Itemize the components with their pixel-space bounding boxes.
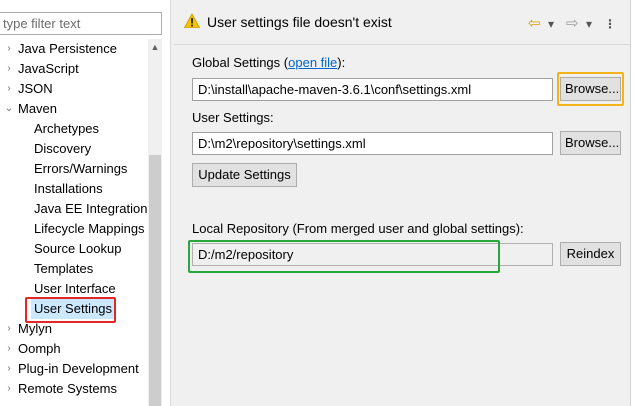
tree-item-label: Discovery [34,141,92,156]
tree-scrollbar[interactable]: ▲ [148,39,162,406]
tree-item-label: Source Lookup [34,241,122,256]
forward-arrow-icon[interactable]: ⇨ [566,16,579,32]
user-browse-button[interactable]: Browse... [560,131,621,155]
scrollbar-thumb[interactable] [149,155,161,406]
reindex-button[interactable]: Reindex [560,242,621,266]
header-message: User settings file doesn't exist [207,14,392,30]
tree-item-label: Maven [18,101,58,116]
tree-item-label: Installations [34,181,103,196]
tree-item-label: Java EE Integration [34,201,148,216]
update-settings-button[interactable]: Update Settings [192,163,297,187]
preferences-tree-panel: ›Java Persistence›JavaScript›JSON⌄MavenA… [0,0,174,406]
global-settings-label: Global Settings (open file): [192,55,345,70]
collapsed-arrow-icon[interactable]: › [3,379,15,399]
collapsed-arrow-icon[interactable]: › [3,339,15,359]
collapsed-arrow-icon[interactable]: › [3,39,15,59]
forward-menu-icon[interactable]: ▾ [586,16,592,32]
tree-item-label: JSON [18,81,53,96]
collapsed-arrow-icon[interactable]: › [3,359,15,379]
tree-item-label: Mylyn [18,321,52,336]
tree-item-label: Java Persistence [18,41,117,56]
tree-item-label: Templates [34,261,94,276]
local-repository-label: Local Repository (From merged user and g… [192,221,524,236]
collapsed-arrow-icon[interactable]: › [3,79,15,99]
expanded-arrow-icon[interactable]: ⌄ [3,99,15,119]
back-menu-icon[interactable]: ▾ [548,16,554,32]
adjacent-window-edge [630,0,635,406]
tree-item-label: Errors/Warnings [34,161,128,176]
header-divider [174,44,635,45]
tree-item-label: Remote Systems [18,381,117,396]
collapsed-arrow-icon[interactable]: › [3,59,15,79]
user-settings-label: User Settings: [192,110,274,125]
tree-item-label: Archetypes [34,121,100,136]
global-settings-label-text: Global Settings [192,55,281,70]
open-file-paren-close: ): [337,55,346,70]
local-repository-field[interactable] [192,243,553,266]
tree-item-label: JavaScript [18,61,79,76]
user-settings-field[interactable] [192,132,553,155]
open-file-paren-open: ( [280,55,289,70]
filter-input[interactable] [0,12,162,35]
global-browse-button[interactable]: Browse... [560,77,621,101]
scroll-up-icon[interactable]: ▲ [148,39,162,55]
tree-item-label: Lifecycle Mappings [34,221,145,236]
open-file-link[interactable]: open file [288,55,337,70]
page-header: User settings file doesn't exist ⇦ ▾ ⇨ ▾… [174,0,635,44]
back-arrow-icon[interactable]: ⇦ [528,16,541,32]
user-settings-page: User settings file doesn't exist ⇦ ▾ ⇨ ▾… [174,0,635,406]
tree-item-label: Plug-in Development [18,361,139,376]
warning-icon [184,13,200,28]
view-menu-icon[interactable]: ⋮ [604,16,616,32]
collapsed-arrow-icon[interactable]: › [3,319,15,339]
tree-item-label: User Settings [31,299,116,319]
tree-item-label: Oomph [18,341,61,356]
global-settings-field[interactable] [192,78,553,101]
tree-item-label: User Interface [34,281,116,296]
page-navigation: ⇦ ▾ ⇨ ▾ ⋮ [524,16,624,32]
